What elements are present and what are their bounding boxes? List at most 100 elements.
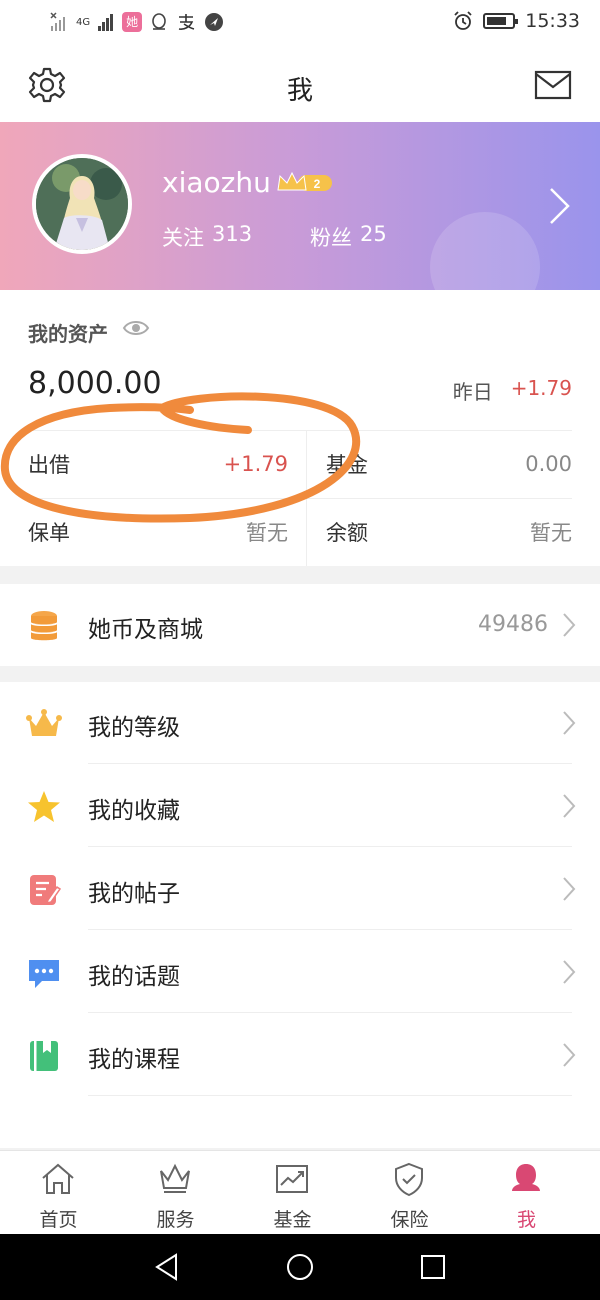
qq-icon: [152, 13, 166, 30]
coins-icon: [30, 611, 58, 641]
recents-icon[interactable]: [418, 1252, 448, 1282]
menu-item-label: 我的等级: [88, 715, 180, 741]
profile-card[interactable]: xiaozhu 2 关注 313 粉丝 25: [0, 122, 600, 290]
mobile-signal-icon: [98, 14, 114, 31]
asset-cell-label: 余额: [326, 521, 368, 545]
assets-title: 我的资产: [28, 322, 108, 346]
back-icon[interactable]: [152, 1252, 182, 1282]
status-right-icons: 15:33: [453, 10, 580, 32]
asset-cell-value: +1.79: [223, 452, 288, 476]
divider: [88, 763, 572, 764]
divider: [88, 1095, 572, 1096]
tab-services[interactable]: 服务: [117, 1151, 234, 1235]
divider: [88, 846, 572, 847]
status-bar: 4G 她 15:33: [0, 0, 600, 48]
yesterday-value: +1.79: [510, 376, 572, 400]
avatar[interactable]: [32, 154, 132, 254]
status-left-icons: 4G 她: [50, 12, 224, 32]
divider: [88, 1012, 572, 1013]
home-circle-icon[interactable]: [285, 1252, 315, 1282]
chevron-right-icon: [563, 613, 576, 637]
alarm-icon: [454, 11, 472, 30]
total-assets-value: 8,000.00: [28, 366, 162, 401]
star-icon: [28, 791, 60, 822]
avatar-image: [36, 158, 128, 250]
tab-label: 服务: [156, 1209, 195, 1231]
chevron-right-icon: [563, 794, 576, 818]
network-type: 4G: [76, 16, 91, 28]
tab-label: 我: [516, 1209, 536, 1231]
eye-icon[interactable]: [122, 318, 150, 338]
menu-item-posts[interactable]: 我的帖子: [0, 848, 600, 930]
username: xiaozhu: [162, 166, 271, 199]
asset-cell-label: 出借: [28, 453, 70, 477]
menu-item-courses[interactable]: 我的课程: [0, 1014, 600, 1096]
assets-section: 我的资产 8,000.00 昨日 +1.79 出借 +1.79 基金 0.00 …: [0, 290, 600, 566]
system-nav-bar: [0, 1234, 600, 1300]
shield-icon: [395, 1162, 423, 1197]
chevron-right-icon: [563, 711, 576, 735]
tab-bar: 首页 服务 基金 保险 我: [0, 1150, 600, 1234]
divider: [88, 929, 572, 930]
menu-item-topics[interactable]: 我的话题: [0, 931, 600, 1013]
menu-item-label: 我的课程: [88, 1047, 180, 1073]
coins-mall-row[interactable]: 她币及商城 49486: [0, 584, 600, 666]
asset-cell-value: 暂无: [246, 521, 288, 545]
menu-item-level[interactable]: 我的等级: [0, 682, 600, 764]
level-number: 2: [314, 177, 321, 191]
asset-cell-fund[interactable]: 基金 0.00: [326, 430, 572, 498]
fans-count: 25: [360, 222, 387, 246]
tab-label: 首页: [39, 1209, 78, 1231]
status-time: 15:33: [525, 10, 580, 32]
divider: [306, 430, 307, 566]
yesterday-label: 昨日: [452, 380, 493, 404]
location-icon: [205, 13, 224, 31]
chevron-right-icon: [563, 877, 576, 901]
yen-watermark-icon: [430, 212, 540, 290]
battery-icon: [483, 13, 519, 29]
coins-label: 她币及商城: [88, 617, 203, 643]
person-icon: [512, 1164, 540, 1191]
chart-icon: [276, 1165, 308, 1193]
post-icon: [30, 875, 62, 905]
asset-cell-label: 基金: [326, 453, 368, 477]
chevron-right-icon: [563, 1043, 576, 1067]
header: 我: [0, 48, 600, 122]
book-icon: [30, 1041, 58, 1071]
mail-icon[interactable]: [534, 70, 572, 100]
menu-item-label: 我的帖子: [88, 881, 180, 907]
crown-icon: [26, 709, 62, 736]
tab-label: 基金: [273, 1209, 312, 1231]
app-notification-icon: 她: [122, 12, 143, 32]
menu-item-label: 我的收藏: [88, 798, 180, 824]
asset-cell-policy[interactable]: 保单 暂无: [28, 498, 288, 566]
menu-item-favorites[interactable]: 我的收藏: [0, 765, 600, 847]
follow-stat[interactable]: 关注 313: [162, 222, 252, 252]
fans-stat[interactable]: 粉丝 25: [310, 222, 387, 252]
fans-label: 粉丝: [310, 226, 352, 250]
tab-fund[interactable]: 基金: [234, 1151, 351, 1235]
menu-item-label: 我的话题: [88, 964, 180, 990]
battery-level: [487, 17, 507, 25]
asset-cell-value: 暂无: [530, 521, 572, 545]
chevron-right-icon[interactable]: [548, 186, 572, 226]
alipay-icon: [178, 14, 195, 30]
asset-cell-balance[interactable]: 余额 暂无: [326, 498, 572, 566]
chat-icon: [29, 960, 59, 988]
level-crown-icon: 2: [277, 171, 332, 191]
crown-outline-icon: [160, 1163, 190, 1193]
tab-insurance[interactable]: 保险: [351, 1151, 468, 1235]
tab-label: 保险: [390, 1209, 429, 1231]
menu-list: 我的等级 我的收藏 我的帖子 我的话题 我的课程: [0, 682, 600, 1148]
follow-count: 313: [212, 222, 253, 246]
yesterday-earnings: 昨日 +1.79: [453, 376, 572, 405]
page-title: 我: [286, 76, 313, 106]
chevron-right-icon: [563, 960, 576, 984]
asset-cell-value: 0.00: [525, 452, 572, 476]
coins-value: 49486: [478, 612, 548, 637]
asset-cell-lending[interactable]: 出借 +1.79: [28, 430, 288, 498]
asset-cell-label: 保单: [28, 521, 70, 545]
follow-label: 关注: [162, 226, 204, 250]
tab-me[interactable]: 我: [468, 1151, 585, 1235]
tab-home[interactable]: 首页: [0, 1151, 117, 1235]
